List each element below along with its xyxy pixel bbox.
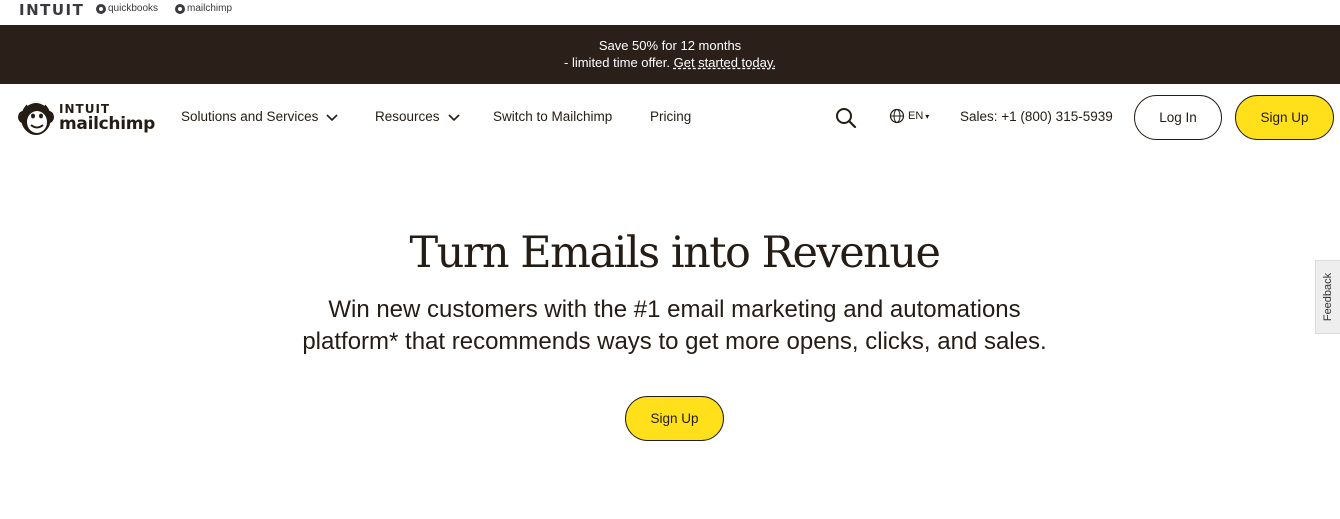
quickbooks-link[interactable]: quickbooks — [96, 3, 158, 14]
brand-strip: INTUIT quickbooks mailchimp — [0, 0, 1340, 25]
nav-item-label: Resources — [375, 109, 440, 124]
signup-button-nav[interactable]: Sign Up — [1235, 95, 1334, 140]
main-nav: INTUIT mailchimp Solutions and Services … — [0, 84, 1340, 150]
hero-subtitle: Win new customers with the #1 email mark… — [260, 294, 1089, 358]
signup-button-hero[interactable]: Sign Up — [625, 396, 724, 441]
promo-link[interactable]: Get started today. — [674, 55, 776, 70]
mailchimp-logo[interactable]: INTUIT mailchimp — [17, 97, 155, 137]
logo-line2: mailchimp — [59, 114, 156, 134]
nav-switch-to-mailchimp[interactable]: Switch to Mailchimp — [493, 109, 612, 124]
mailchimp-label: mailchimp — [187, 3, 233, 14]
feedback-tab[interactable]: Feedback — [1315, 260, 1340, 334]
mailchimp-icon — [175, 3, 185, 14]
chevron-down-icon — [447, 113, 460, 121]
login-button[interactable]: Log In — [1134, 95, 1222, 140]
mailchimp-link[interactable]: mailchimp — [175, 3, 232, 14]
sales-phone[interactable]: Sales: +1 (800) 315-5939 — [960, 109, 1113, 124]
feedback-label: Feedback — [1322, 272, 1334, 322]
promo-banner: Save 50% for 12 months - limited time of… — [0, 25, 1340, 84]
language-label: EN — [908, 110, 924, 122]
freddie-monkey-icon — [18, 101, 54, 135]
search-icon[interactable] — [834, 106, 858, 130]
hero-title: Turn Emails into Revenue — [409, 228, 941, 278]
language-chevron-icon: ▾ — [925, 111, 930, 121]
nav-item-label: Switch to Mailchimp — [493, 109, 613, 124]
nav-item-label: Pricing — [650, 109, 692, 124]
hero-subtitle-line1: Win new customers with the #1 email mark… — [328, 296, 1021, 323]
quickbooks-icon — [96, 3, 106, 14]
globe-icon — [889, 108, 905, 124]
promo-line1: Save 50% for 12 months — [598, 38, 742, 53]
language-selector[interactable]: EN ▾ — [889, 108, 929, 124]
quickbooks-label: quickbooks — [108, 3, 159, 14]
nav-resources[interactable]: Resources — [375, 109, 460, 124]
nav-pricing[interactable]: Pricing — [650, 109, 691, 124]
promo-line2-wrap: - limited time offer. Get started today. — [0, 54, 1340, 71]
chevron-down-icon — [326, 113, 338, 121]
intuit-logo[interactable]: INTUIT — [19, 1, 84, 19]
promo-line2: - limited time offer. — [564, 55, 670, 70]
hero-subtitle-line2: platform* that recommends ways to get mo… — [302, 328, 1047, 355]
nav-solutions-and-services[interactable]: Solutions and Services — [181, 109, 338, 124]
logo-text: INTUIT mailchimp — [59, 102, 156, 134]
nav-item-label: Solutions and Services — [181, 109, 319, 124]
